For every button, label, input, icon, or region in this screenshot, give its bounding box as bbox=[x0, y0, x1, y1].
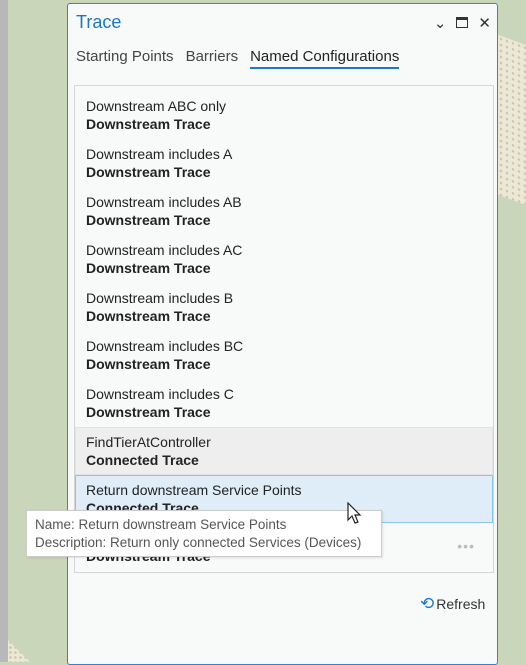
refresh-icon: ⟲ bbox=[420, 594, 435, 613]
tooltip: Name: Return downstream Service Points D… bbox=[26, 510, 382, 557]
configuration-name: Downstream includes BC bbox=[86, 338, 244, 354]
configuration-item[interactable]: Downstream includes B Downstream Trace bbox=[75, 283, 493, 331]
configuration-type: Downstream Trace bbox=[86, 404, 211, 420]
chevron-down-icon[interactable]: ⌄ bbox=[434, 14, 447, 32]
configuration-name: Downstream includes AB bbox=[86, 194, 242, 210]
configuration-name: FindTierAtController bbox=[86, 434, 211, 450]
configuration-type: Downstream Trace bbox=[86, 308, 211, 324]
configuration-name: Downstream includes B bbox=[86, 290, 234, 306]
configuration-type: Connected Trace bbox=[86, 452, 199, 468]
configuration-name: Downstream includes AC bbox=[86, 242, 243, 258]
configuration-item[interactable]: Downstream ABC only Downstream Trace bbox=[75, 91, 493, 139]
refresh-label: Refresh bbox=[436, 596, 486, 612]
tooltip-name: Name: Return downstream Service Points bbox=[35, 517, 287, 532]
configuration-type: Downstream Trace bbox=[86, 212, 211, 228]
configuration-type: Downstream Trace bbox=[86, 356, 211, 372]
configuration-name: Downstream ABC only bbox=[86, 98, 227, 114]
configuration-item[interactable]: Downstream includes C Downstream Trace bbox=[75, 379, 493, 427]
tooltip-description: Description: Return only connected Servi… bbox=[35, 535, 362, 550]
configuration-type: Downstream Trace bbox=[86, 164, 211, 180]
configuration-name: Return downstream Service Points bbox=[86, 482, 302, 498]
configuration-item[interactable]: Downstream includes AC Downstream Trace bbox=[75, 235, 493, 283]
configuration-item[interactable]: Downstream includes BC Downstream Trace bbox=[75, 331, 493, 379]
more-options-button[interactable]: ••• bbox=[457, 538, 475, 554]
close-icon[interactable]: ✕ bbox=[478, 14, 491, 32]
map-background-pattern bbox=[498, 34, 526, 206]
tab-bar: Starting Points Barriers Named Configura… bbox=[76, 48, 400, 69]
configuration-type: Downstream Trace bbox=[86, 116, 211, 132]
tab-named-configurations[interactable]: Named Configurations bbox=[250, 48, 400, 69]
configuration-type: Downstream Trace bbox=[86, 260, 211, 276]
named-configurations-list: Downstream ABC only Downstream Trace Downs… bbox=[74, 85, 494, 573]
configuration-name: Downstream includes A bbox=[86, 146, 233, 162]
tab-barriers[interactable]: Barriers bbox=[186, 48, 239, 69]
tab-starting-points[interactable]: Starting Points bbox=[76, 48, 174, 69]
configuration-name: Downstream includes C bbox=[86, 386, 234, 402]
configuration-item[interactable]: Downstream includes A Downstream Trace bbox=[75, 139, 493, 187]
refresh-button[interactable]: ⟲ Refresh bbox=[420, 594, 485, 614]
pane-title: Trace bbox=[76, 12, 122, 32]
mouse-cursor-icon bbox=[347, 502, 362, 524]
configuration-item[interactable]: FindTierAtController Connected Trace bbox=[75, 427, 493, 475]
map-background-pattern bbox=[8, 640, 30, 662]
configuration-item[interactable]: Downstream includes AB Downstream Trace bbox=[75, 187, 493, 235]
background-edge bbox=[0, 0, 8, 662]
maximize-icon[interactable] bbox=[456, 17, 469, 28]
trace-pane: Trace ⌄ ✕ Starting Points Barriers Named… bbox=[67, 3, 498, 665]
